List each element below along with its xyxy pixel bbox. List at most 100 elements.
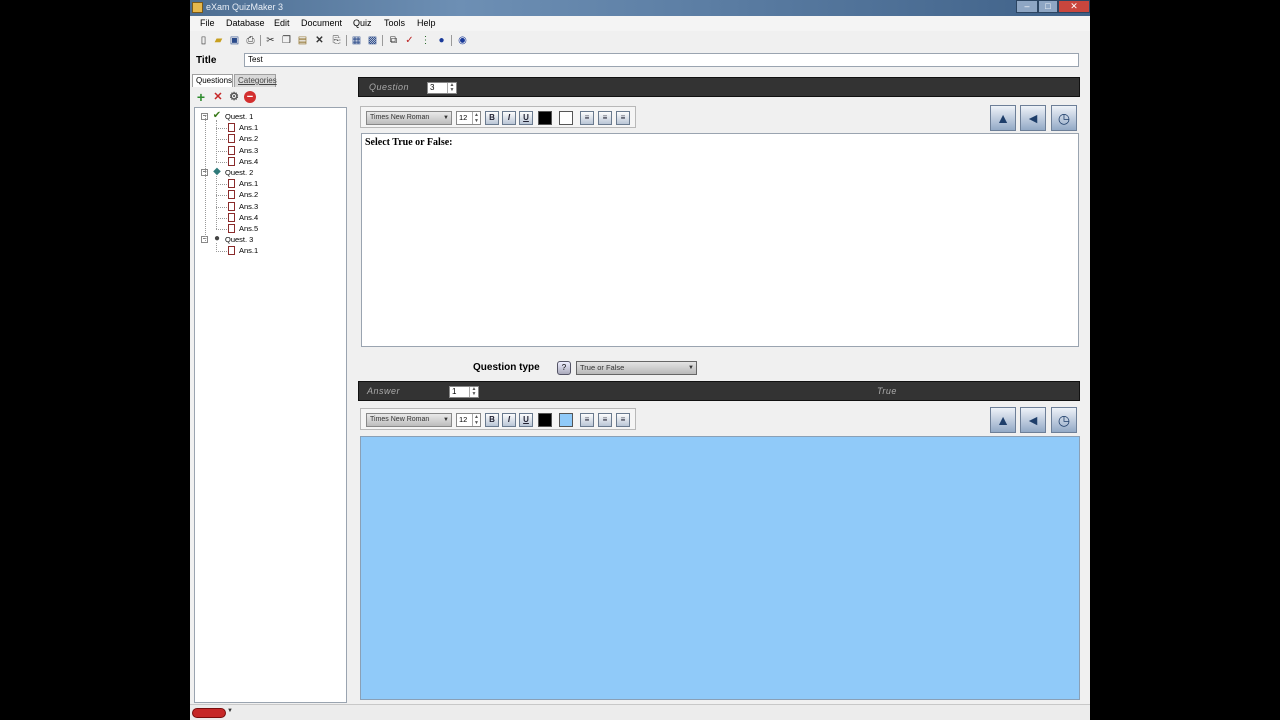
tree-answer-label: Ans.1 [239, 246, 259, 256]
answer-size-select[interactable]: 12 ▲ ▼ [456, 413, 481, 427]
answer-true-label: True [877, 386, 897, 396]
title-label: Title [196, 55, 217, 66]
align-center-icon[interactable]: ≡ [598, 111, 612, 125]
spell-check-icon[interactable]: ✓ [403, 34, 416, 47]
answer-format-bar: Times New Roman ▼ 12 ▲ ▼ B I U ≡ ≡ ≡ [360, 408, 636, 430]
menu-database[interactable]: Database [226, 18, 265, 28]
question-tree[interactable]: − ✔ Quest. 1 Ans.1 Ans.2 Ans.3 Ans.4− ◆ Quest. 2… [194, 107, 347, 703]
save-icon[interactable]: ▣ [228, 34, 241, 47]
stop-icon[interactable]: − [244, 91, 256, 103]
question-font-value: Times New Roman [370, 114, 430, 121]
answer-page-icon [228, 201, 235, 211]
question-font-select[interactable]: Times New Roman ▼ [366, 111, 452, 125]
minimize-button[interactable]: – [1016, 0, 1038, 13]
answer-page-icon [228, 224, 235, 233]
tree-question-label: Quest. 3 [225, 235, 254, 245]
italic-button[interactable]: I [502, 111, 516, 125]
tab-categories[interactable]: Categories [234, 74, 277, 87]
help-icon[interactable]: ◉ [456, 34, 469, 47]
tree-question-label: Quest. 2 [225, 168, 254, 177]
insert-image-icon[interactable]: ▲ [990, 105, 1016, 131]
open-icon[interactable]: ▰ [212, 34, 225, 47]
copy-icon[interactable]: ❐ [280, 34, 293, 47]
paste-icon[interactable]: ▤ [296, 34, 309, 47]
align-left-icon[interactable]: ≡ [580, 111, 594, 125]
status-indicator-icon[interactable] [192, 708, 226, 718]
spinner-arrows-icon[interactable]: ▲ ▼ [469, 387, 478, 397]
export-icon[interactable]: ⧉ [387, 34, 400, 47]
menu-file[interactable]: File [200, 18, 215, 28]
insert-sound-icon[interactable]: ◄ [1020, 105, 1046, 131]
italic-button[interactable]: I [502, 413, 516, 427]
spinner-arrows-icon[interactable]: ▲ ▼ [472, 112, 480, 124]
close-button[interactable]: ✕ [1058, 0, 1090, 13]
answer-editor[interactable] [360, 436, 1080, 700]
insert-clock-icon[interactable]: ◷ [1051, 105, 1077, 131]
answer-font-select[interactable]: Times New Roman ▼ [366, 413, 452, 427]
answer-page-icon [228, 179, 235, 189]
new-icon[interactable]: ▯ [197, 34, 210, 47]
insert-image-icon[interactable]: ▲ [990, 407, 1016, 433]
tree-answer-label: Ans.1 [239, 123, 259, 133]
answer-page-icon [228, 123, 235, 133]
question-type-select[interactable]: True or False ▼ [576, 361, 697, 375]
app-icon [192, 2, 203, 13]
align-left-icon[interactable]: ≡ [580, 413, 594, 427]
chevron-down-icon: ▼ [443, 115, 449, 121]
maximize-button[interactable]: □ [1038, 0, 1058, 13]
spinner-arrows-icon[interactable]: ▲ ▼ [472, 414, 480, 426]
ball-icon: ● [213, 233, 221, 245]
text-color-swatch[interactable] [538, 413, 552, 427]
chevron-down-icon: ▼ [688, 365, 694, 371]
align-right-icon[interactable]: ≡ [616, 111, 630, 125]
underline-button[interactable]: U [519, 111, 533, 125]
check-icon: ✔ [212, 110, 222, 121]
insert-sound-icon[interactable]: ◄ [1020, 407, 1046, 433]
tree-question-label: Quest. 1 [225, 112, 254, 121]
menu-edit[interactable]: Edit [274, 18, 290, 28]
spinner-arrows-icon[interactable]: ▲ ▼ [447, 83, 456, 93]
menu-tools[interactable]: Tools [384, 18, 405, 28]
menu-bar: File Database Edit Document Quiz Tools H… [190, 16, 1090, 31]
print-icon[interactable]: ⎙ [244, 34, 257, 47]
chevron-down-icon: ▼ [443, 417, 449, 423]
align-right-icon[interactable]: ≡ [616, 413, 630, 427]
background-color-swatch[interactable] [559, 111, 573, 125]
underline-button[interactable]: U [519, 413, 533, 427]
answer-number-spinner[interactable]: 1 ▲ ▼ [449, 386, 479, 398]
answer-font-value: Times New Roman [370, 416, 430, 423]
question-header-bar: Question 3 ▲ ▼ [358, 77, 1080, 97]
menu-document[interactable]: Document [301, 18, 342, 28]
remove-question-icon[interactable]: ✕ [212, 91, 224, 103]
preview-icon[interactable]: ⎘ [330, 34, 343, 47]
answer-header-label: Answer [367, 386, 401, 396]
tab-questions[interactable]: Questions [192, 74, 233, 87]
tree-answer-label: Ans.3 [239, 201, 259, 211]
menu-help[interactable]: Help [417, 18, 436, 28]
background-color-swatch[interactable] [559, 413, 573, 427]
title-input[interactable]: Test [244, 53, 1079, 67]
insert-clock-icon[interactable]: ◷ [1051, 407, 1077, 433]
bold-button[interactable]: B [485, 111, 499, 125]
grid-icon[interactable]: ▩ [366, 34, 379, 47]
question-number-spinner[interactable]: 3 ▲ ▼ [427, 82, 457, 94]
chevron-down-icon[interactable]: ▼ [227, 708, 233, 714]
add-question-icon[interactable]: + [195, 90, 207, 104]
menu-quiz[interactable]: Quiz [353, 18, 372, 28]
text-color-swatch[interactable] [538, 111, 552, 125]
print-quiz-icon[interactable]: ▦ [350, 34, 363, 47]
settings-icon[interactable]: ⚙ [228, 91, 240, 103]
bold-button[interactable]: B [485, 413, 499, 427]
traffic-light-icon[interactable]: ⋮ [419, 34, 432, 47]
delete-icon[interactable]: ✕ [313, 34, 326, 47]
globe-icon[interactable]: ● [435, 34, 448, 47]
question-size-select[interactable]: 12 ▲ ▼ [456, 111, 481, 125]
answer-number-value: 1 [452, 387, 457, 396]
question-editor[interactable]: Select True or False: [361, 133, 1079, 347]
main-toolbar: ▯ ▰ ▣ ⎙ ✂ ❐ ▤ ✕ ⎘ ▦ ▩ ⧉ ✓ ⋮ ● ◉ [190, 32, 1090, 50]
question-type-label: Question type [473, 362, 540, 373]
answer-page-icon [228, 145, 235, 155]
question-type-help-icon[interactable]: ? [557, 361, 571, 375]
cut-icon[interactable]: ✂ [264, 34, 277, 47]
align-center-icon[interactable]: ≡ [598, 413, 612, 427]
